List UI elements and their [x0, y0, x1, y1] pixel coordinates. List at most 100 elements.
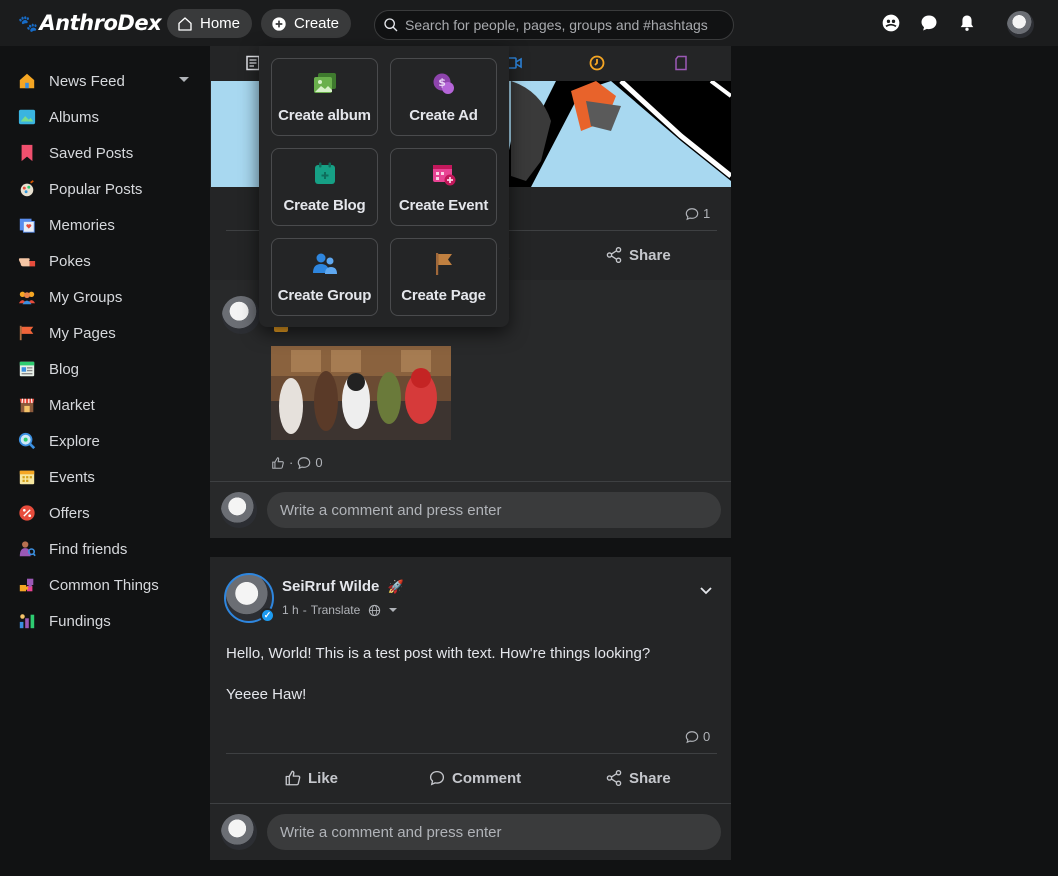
privacy-caret-icon[interactable]	[389, 608, 398, 612]
sidebar-item-label: Blog	[49, 360, 80, 378]
messages-icon[interactable]	[919, 13, 939, 33]
sidebar-item-label: Events	[49, 468, 95, 486]
ad-icon: $	[433, 73, 454, 94]
create-label: Create	[294, 15, 340, 32]
comment-count[interactable]: 1	[685, 206, 710, 221]
user-avatar[interactable]	[1007, 11, 1034, 38]
sidebar-item-offers[interactable]: Offers	[17, 501, 197, 525]
menu-item-label: Create Group	[277, 287, 372, 304]
logo-text: AnthroDex	[39, 11, 162, 35]
sidebar-item-albums[interactable]: Albums	[17, 105, 197, 129]
share-button[interactable]: Share	[605, 769, 671, 787]
poke-icon	[17, 251, 37, 271]
post-time[interactable]: 1 h	[282, 603, 299, 617]
sidebar-item-my-pages[interactable]: My Pages	[17, 321, 197, 345]
sidebar-item-pokes[interactable]: Pokes	[17, 249, 197, 273]
globe-icon[interactable]	[368, 604, 381, 617]
create-page-button[interactable]: Create Page	[390, 238, 497, 316]
sidebar-item-explore[interactable]: Explore	[17, 429, 197, 453]
create-event-button[interactable]: Create Event	[390, 148, 497, 226]
translate-link[interactable]: Translate	[311, 603, 361, 617]
sidebar-item-label: Memories	[49, 216, 115, 234]
bookmark-icon	[17, 143, 37, 163]
menu-item-label: Create Ad	[409, 107, 478, 124]
puzzle-icon	[17, 575, 37, 595]
create-button[interactable]: Create	[261, 9, 352, 38]
post-author-name[interactable]: SeiRruf Wilde 🚀	[282, 578, 404, 595]
chevron-down-icon[interactable]	[179, 77, 189, 82]
sidebar-item-label: Explore	[49, 432, 100, 450]
sidebar-item-market[interactable]: Market	[17, 393, 197, 417]
share-icon	[606, 246, 622, 264]
friends-icon[interactable]	[881, 13, 901, 33]
create-blog-button[interactable]: Create Blog	[271, 148, 378, 226]
blog-icon	[314, 162, 335, 184]
comment-count-value: 1	[703, 206, 711, 221]
sidebar-item-fundings[interactable]: Fundings	[17, 609, 197, 633]
sidebar-item-label: My Pages	[49, 324, 116, 342]
memories-icon	[17, 215, 37, 235]
home-icon	[178, 16, 192, 31]
home-button[interactable]: Home	[167, 9, 253, 38]
pages-icon	[17, 323, 37, 343]
sidebar-item-news-feed[interactable]: News Feed	[17, 69, 197, 93]
file-post-icon[interactable]	[674, 55, 690, 71]
sidebar-item-memories[interactable]: Memories	[17, 213, 197, 237]
comment-input[interactable]	[267, 814, 721, 850]
post-photo[interactable]	[271, 346, 451, 440]
comment-icon	[429, 770, 445, 786]
like-button[interactable]: Like	[284, 769, 338, 787]
sidebar-item-popular-posts[interactable]: Popular Posts	[17, 177, 197, 201]
menu-item-label: Create Blog	[283, 197, 366, 214]
share-label: Share	[629, 246, 671, 264]
share-label: Share	[629, 769, 671, 787]
flag-icon	[435, 253, 452, 275]
sidebar-item-label: Albums	[49, 108, 100, 126]
menu-item-label: Create Event	[398, 197, 489, 214]
commenter-avatar	[221, 492, 257, 528]
comment-input[interactable]	[267, 492, 721, 528]
offers-icon	[17, 503, 37, 523]
sidebar-item-blog[interactable]: Blog	[17, 357, 197, 381]
notifications-icon[interactable]	[957, 13, 977, 33]
sidebar-item-my-groups[interactable]: My Groups	[17, 285, 197, 309]
chevron-down-icon[interactable]	[698, 582, 714, 598]
groups-icon	[17, 287, 37, 307]
share-button[interactable]: Share	[605, 246, 671, 264]
home-label: Home	[200, 15, 241, 32]
sidebar-item-events[interactable]: Events	[17, 465, 197, 489]
sidebar-item-saved-posts[interactable]: Saved Posts	[17, 141, 197, 165]
post-text: Yeeee Haw!	[226, 686, 307, 703]
logo[interactable]: 🐾 AnthroDex	[18, 9, 162, 37]
sidebar-item-common-things[interactable]: Common Things	[17, 573, 197, 597]
plus-circle-icon	[272, 16, 286, 31]
popular-icon	[17, 179, 37, 199]
comment-count[interactable]: 0	[685, 729, 710, 744]
search-input[interactable]	[405, 17, 725, 33]
event-icon	[432, 165, 455, 186]
like-icon	[272, 456, 284, 469]
explore-icon	[17, 431, 37, 451]
search-bar[interactable]	[374, 10, 734, 40]
sidebar-item-label: Common Things	[49, 576, 159, 594]
author-name-text: SeiRruf Wilde	[282, 578, 380, 595]
like-count[interactable]: · 0	[271, 455, 323, 470]
sidebar-item-label: Fundings	[49, 612, 111, 630]
comment-icon	[685, 207, 699, 220]
post-divider	[210, 481, 731, 482]
fundings-icon	[17, 611, 37, 631]
events-icon	[17, 467, 37, 487]
verified-badge-icon: ✓	[260, 608, 275, 623]
sidebar-item-label: Pokes	[49, 252, 91, 270]
create-ad-button[interactable]: $ Create Ad	[390, 58, 497, 136]
like-count-value: 0	[315, 455, 323, 470]
create-album-button[interactable]: Create album	[271, 58, 378, 136]
sidebar-item-label: Saved Posts	[49, 144, 134, 162]
post-divider	[226, 753, 717, 754]
sidebar-item-find-friends[interactable]: Find friends	[17, 537, 197, 561]
create-group-button[interactable]: Create Group	[271, 238, 378, 316]
sidebar-item-label: News Feed	[49, 72, 125, 90]
poll-post-icon[interactable]	[589, 55, 605, 71]
comment-button[interactable]: Comment	[428, 769, 521, 787]
post-author-avatar[interactable]	[222, 296, 260, 334]
